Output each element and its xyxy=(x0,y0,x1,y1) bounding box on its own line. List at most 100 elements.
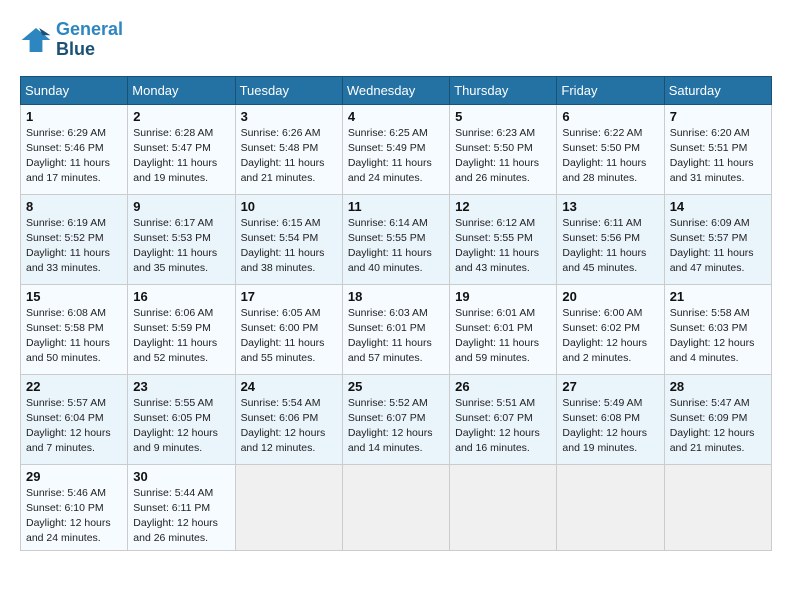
day-number: 27 xyxy=(562,379,658,394)
col-header-thursday: Thursday xyxy=(450,76,557,104)
calendar-week-4: 22 Sunrise: 5:57 AMSunset: 6:04 PMDayligh… xyxy=(21,374,772,464)
calendar-cell: 12 Sunrise: 6:12 AMSunset: 5:55 PMDayligh… xyxy=(450,194,557,284)
calendar-cell: 17 Sunrise: 6:05 AMSunset: 6:00 PMDayligh… xyxy=(235,284,342,374)
day-info: Sunrise: 6:05 AMSunset: 6:00 PMDaylight:… xyxy=(241,306,337,367)
calendar-cell: 25Sunrise: 5:52 AMSunset: 6:07 PMDayligh… xyxy=(342,374,449,464)
day-number: 26 xyxy=(455,379,551,394)
day-number: 4 xyxy=(348,109,444,124)
day-number: 8 xyxy=(26,199,122,214)
day-info: Sunrise: 6:23 AMSunset: 5:50 PMDaylight:… xyxy=(455,126,551,187)
calendar-cell xyxy=(557,464,664,551)
day-number: 11 xyxy=(348,199,444,214)
day-info: Sunrise: 6:15 AMSunset: 5:54 PMDaylight:… xyxy=(241,216,337,277)
calendar-cell: 14 Sunrise: 6:09 AMSunset: 5:57 PMDayligh… xyxy=(664,194,771,284)
day-info: Sunrise: 5:49 AMSunset: 6:08 PMDaylight:… xyxy=(562,396,658,457)
calendar-cell: 30 Sunrise: 5:44 AMSunset: 6:11 PMDayligh… xyxy=(128,464,235,551)
calendar-cell: 27 Sunrise: 5:49 AMSunset: 6:08 PMDayligh… xyxy=(557,374,664,464)
calendar-cell: 23Sunrise: 5:55 AMSunset: 6:05 PMDayligh… xyxy=(128,374,235,464)
day-number: 12 xyxy=(455,199,551,214)
day-info: Sunrise: 5:58 AMSunset: 6:03 PMDaylight:… xyxy=(670,306,766,367)
col-header-monday: Monday xyxy=(128,76,235,104)
day-info: Sunrise: 5:46 AMSunset: 6:10 PMDaylight:… xyxy=(26,486,122,547)
day-info: Sunrise: 6:00 AMSunset: 6:02 PMDaylight:… xyxy=(562,306,658,367)
logo-icon xyxy=(20,24,52,56)
calendar-cell: 15 Sunrise: 6:08 AMSunset: 5:58 PMDayligh… xyxy=(21,284,128,374)
day-info: Sunrise: 6:29 AMSunset: 5:46 PMDaylight:… xyxy=(26,126,122,187)
calendar-cell: 5 Sunrise: 6:23 AMSunset: 5:50 PMDaylight… xyxy=(450,104,557,194)
calendar-cell: 16Sunrise: 6:06 AMSunset: 5:59 PMDayligh… xyxy=(128,284,235,374)
day-number: 16 xyxy=(133,289,229,304)
calendar-cell: 2 Sunrise: 6:28 AMSunset: 5:47 PMDaylight… xyxy=(128,104,235,194)
day-number: 17 xyxy=(241,289,337,304)
day-info: Sunrise: 5:54 AMSunset: 6:06 PMDaylight:… xyxy=(241,396,337,457)
day-number: 7 xyxy=(670,109,766,124)
day-info: Sunrise: 5:57 AMSunset: 6:04 PMDaylight:… xyxy=(26,396,122,457)
day-info: Sunrise: 6:17 AMSunset: 5:53 PMDaylight:… xyxy=(133,216,229,277)
day-number: 22 xyxy=(26,379,122,394)
day-info: Sunrise: 6:26 AMSunset: 5:48 PMDaylight:… xyxy=(241,126,337,187)
day-info: Sunrise: 6:20 AMSunset: 5:51 PMDaylight:… xyxy=(670,126,766,187)
day-info: Sunrise: 5:51 AMSunset: 6:07 PMDaylight:… xyxy=(455,396,551,457)
day-number: 25 xyxy=(348,379,444,394)
calendar-cell: 4 Sunrise: 6:25 AMSunset: 5:49 PMDaylight… xyxy=(342,104,449,194)
day-number: 1 xyxy=(26,109,122,124)
calendar-cell: 11 Sunrise: 6:14 AMSunset: 5:55 PMDayligh… xyxy=(342,194,449,284)
day-info: Sunrise: 6:14 AMSunset: 5:55 PMDaylight:… xyxy=(348,216,444,277)
calendar-cell: 3 Sunrise: 6:26 AMSunset: 5:48 PMDaylight… xyxy=(235,104,342,194)
calendar-cell: 10 Sunrise: 6:15 AMSunset: 5:54 PMDayligh… xyxy=(235,194,342,284)
day-number: 18 xyxy=(348,289,444,304)
calendar-cell: 1 Sunrise: 6:29 AMSunset: 5:46 PMDaylight… xyxy=(21,104,128,194)
calendar-cell: 13 Sunrise: 6:11 AMSunset: 5:56 PMDayligh… xyxy=(557,194,664,284)
col-header-sunday: Sunday xyxy=(21,76,128,104)
day-number: 23 xyxy=(133,379,229,394)
logo: General Blue xyxy=(20,20,123,60)
calendar-cell: 9 Sunrise: 6:17 AMSunset: 5:53 PMDaylight… xyxy=(128,194,235,284)
day-info: Sunrise: 6:19 AMSunset: 5:52 PMDaylight:… xyxy=(26,216,122,277)
calendar-week-5: 29 Sunrise: 5:46 AMSunset: 6:10 PMDayligh… xyxy=(21,464,772,551)
day-number: 20 xyxy=(562,289,658,304)
calendar-cell: 7 Sunrise: 6:20 AMSunset: 5:51 PMDaylight… xyxy=(664,104,771,194)
day-number: 3 xyxy=(241,109,337,124)
calendar-cell xyxy=(342,464,449,551)
day-number: 19 xyxy=(455,289,551,304)
day-info: Sunrise: 6:28 AMSunset: 5:47 PMDaylight:… xyxy=(133,126,229,187)
day-number: 30 xyxy=(133,469,229,484)
day-number: 2 xyxy=(133,109,229,124)
col-header-friday: Friday xyxy=(557,76,664,104)
calendar-cell xyxy=(664,464,771,551)
calendar-cell: 20 Sunrise: 6:00 AMSunset: 6:02 PMDayligh… xyxy=(557,284,664,374)
calendar-cell: 29 Sunrise: 5:46 AMSunset: 6:10 PMDayligh… xyxy=(21,464,128,551)
day-info: Sunrise: 6:12 AMSunset: 5:55 PMDaylight:… xyxy=(455,216,551,277)
day-number: 21 xyxy=(670,289,766,304)
calendar-cell: 18Sunrise: 6:03 AMSunset: 6:01 PMDayligh… xyxy=(342,284,449,374)
day-number: 28 xyxy=(670,379,766,394)
day-info: Sunrise: 6:25 AMSunset: 5:49 PMDaylight:… xyxy=(348,126,444,187)
calendar-week-1: 1 Sunrise: 6:29 AMSunset: 5:46 PMDaylight… xyxy=(21,104,772,194)
day-info: Sunrise: 6:08 AMSunset: 5:58 PMDaylight:… xyxy=(26,306,122,367)
calendar-header-row: SundayMondayTuesdayWednesdayThursdayFrid… xyxy=(21,76,772,104)
day-number: 10 xyxy=(241,199,337,214)
calendar-cell xyxy=(235,464,342,551)
col-header-tuesday: Tuesday xyxy=(235,76,342,104)
calendar-cell: 24Sunrise: 5:54 AMSunset: 6:06 PMDayligh… xyxy=(235,374,342,464)
calendar-week-3: 15 Sunrise: 6:08 AMSunset: 5:58 PMDayligh… xyxy=(21,284,772,374)
day-info: Sunrise: 6:01 AMSunset: 6:01 PMDaylight:… xyxy=(455,306,551,367)
day-number: 6 xyxy=(562,109,658,124)
day-number: 15 xyxy=(26,289,122,304)
calendar-week-2: 8 Sunrise: 6:19 AMSunset: 5:52 PMDaylight… xyxy=(21,194,772,284)
day-number: 5 xyxy=(455,109,551,124)
day-number: 9 xyxy=(133,199,229,214)
calendar-cell xyxy=(450,464,557,551)
calendar-cell: 6Sunrise: 6:22 AMSunset: 5:50 PMDaylight… xyxy=(557,104,664,194)
calendar-table: SundayMondayTuesdayWednesdayThursdayFrid… xyxy=(20,76,772,552)
page-header: General Blue xyxy=(20,20,772,60)
day-number: 14 xyxy=(670,199,766,214)
day-info: Sunrise: 6:09 AMSunset: 5:57 PMDaylight:… xyxy=(670,216,766,277)
col-header-saturday: Saturday xyxy=(664,76,771,104)
calendar-cell: 22 Sunrise: 5:57 AMSunset: 6:04 PMDayligh… xyxy=(21,374,128,464)
calendar-cell: 21 Sunrise: 5:58 AMSunset: 6:03 PMDayligh… xyxy=(664,284,771,374)
day-number: 29 xyxy=(26,469,122,484)
day-number: 13 xyxy=(562,199,658,214)
day-info: Sunrise: 6:11 AMSunset: 5:56 PMDaylight:… xyxy=(562,216,658,277)
day-info: Sunrise: 5:44 AMSunset: 6:11 PMDaylight:… xyxy=(133,486,229,547)
